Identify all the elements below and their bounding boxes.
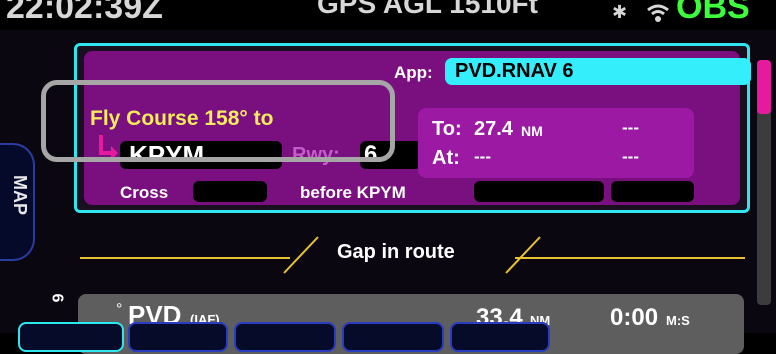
bottom-tab-3[interactable]	[234, 322, 336, 352]
next-waypoint-time-unit: M:S	[666, 313, 690, 328]
nav-mode-label[interactable]: OBS	[676, 0, 750, 27]
status-bar: 22:02:39Z GPS AGL 1510Ft ✱ OBS	[0, 0, 776, 30]
wifi-icon	[645, 0, 671, 30]
utc-time: 22:02:39Z	[6, 0, 163, 26]
map-tab-label: MAP	[10, 175, 30, 215]
highlight-box	[41, 80, 395, 162]
at-value-1: ---	[474, 147, 491, 166]
cross-time-field[interactable]	[474, 181, 604, 202]
at-label: At:	[432, 147, 460, 169]
bottom-tab-1[interactable]	[18, 322, 124, 352]
before-waypoint-label: before KPYM	[300, 183, 406, 202]
to-distance: 27.4	[474, 118, 513, 140]
bottom-tab-5[interactable]	[450, 322, 550, 352]
cross-label: Cross	[120, 183, 169, 202]
cross-altitude-field[interactable]	[193, 181, 267, 202]
to-distance-unit: NM	[521, 123, 543, 139]
next-waypoint-badge: 6	[48, 293, 66, 303]
to-extra: ---	[622, 118, 639, 137]
bottom-tab-4[interactable]	[342, 322, 444, 352]
at-value-2: ---	[622, 147, 639, 166]
cross-extra-field[interactable]	[611, 181, 694, 202]
gap-in-route-text: Gap in route	[337, 241, 455, 263]
bottom-tab-2[interactable]	[128, 322, 228, 352]
gps-agl-readout: GPS AGL 1510Ft	[317, 0, 538, 19]
to-label: To:	[432, 118, 462, 140]
next-waypoint-time: 0:00	[610, 304, 659, 331]
next-waypoint-degree-icon: °	[116, 301, 123, 318]
bluetooth-icon: ✱	[612, 2, 628, 22]
scrollbar-thumb[interactable]	[757, 60, 771, 114]
approach-label: App:	[394, 63, 433, 82]
approach-value: PVD.RNAV 6	[455, 60, 574, 82]
